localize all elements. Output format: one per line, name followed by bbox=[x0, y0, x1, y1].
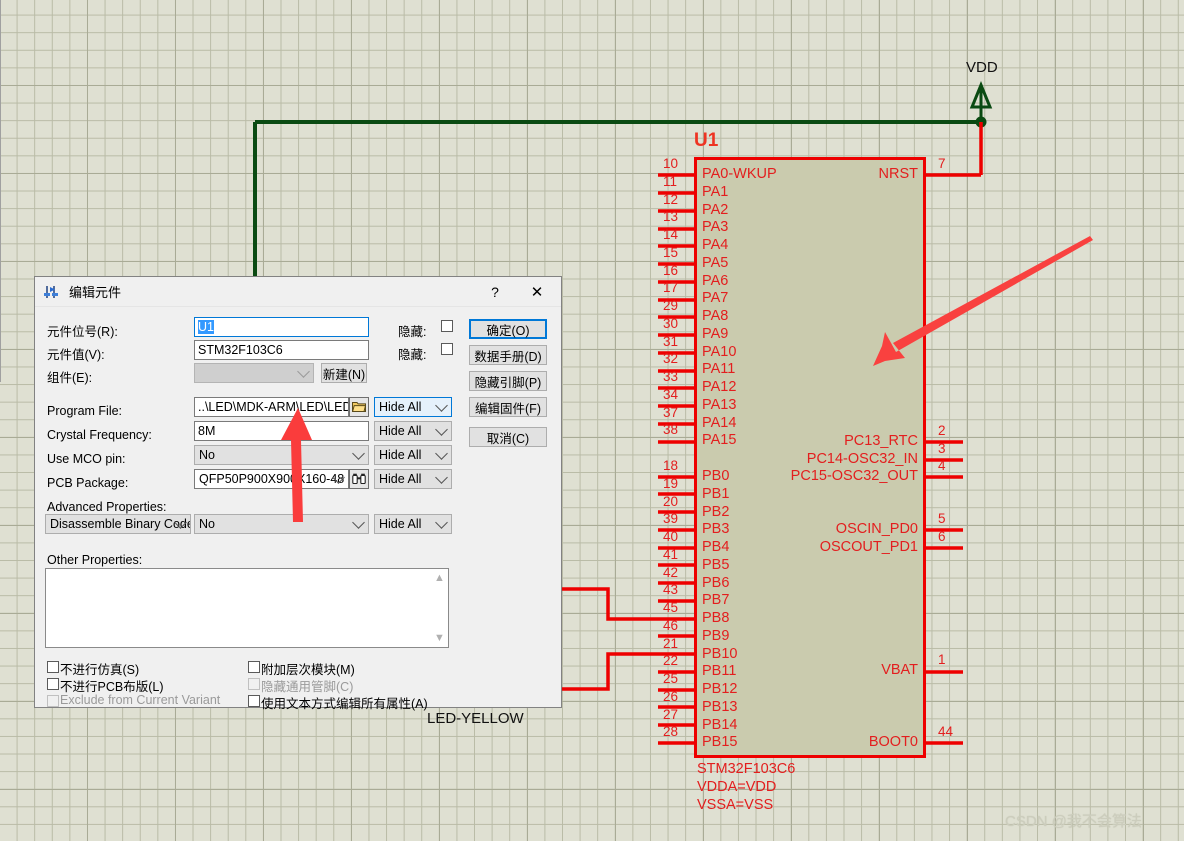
hide-reference-checkbox[interactable] bbox=[441, 320, 453, 332]
edit-firmware-button[interactable]: 编辑固件(F) bbox=[469, 397, 547, 417]
binoculars-icon bbox=[352, 473, 366, 485]
other-properties-scrollbar[interactable]: ▲ ▼ bbox=[432, 570, 447, 646]
chevron-down-icon bbox=[174, 516, 187, 529]
chip-footnote-0: STM32F103C6 bbox=[697, 761, 796, 777]
hide-all-combo-3[interactable]: Hide All bbox=[374, 469, 452, 489]
label-hide-value: 隐藏: bbox=[398, 348, 427, 362]
hide-pins-button[interactable]: 隐藏引脚(P) bbox=[469, 371, 547, 391]
dialog-titlebar[interactable]: 编辑元件 ? ✕ bbox=[35, 277, 561, 307]
help-button[interactable]: ? bbox=[477, 277, 513, 306]
chevron-down-icon bbox=[297, 365, 310, 378]
reference-input-value: U1 bbox=[198, 320, 214, 334]
hide-all-combo-0[interactable]: Hide All bbox=[374, 397, 452, 417]
label-crystal-frequency: Crystal Frequency: bbox=[47, 428, 152, 442]
checkbox-label-5: 使用文本方式编辑所有属性(A) bbox=[261, 697, 428, 711]
label-value: 元件值(V): bbox=[47, 348, 105, 362]
checkbox-2 bbox=[47, 695, 59, 707]
checkbox-label-2: Exclude from Current Variant bbox=[60, 693, 221, 707]
chevron-down-icon bbox=[352, 516, 365, 529]
label-use-mco-pin: Use MCO pin: bbox=[47, 452, 126, 466]
chevron-down-icon bbox=[435, 471, 448, 484]
find-package-button[interactable] bbox=[349, 469, 369, 489]
hide-all-combo-4[interactable]: Hide All bbox=[374, 514, 452, 534]
checkbox-4 bbox=[248, 678, 260, 690]
label-hide-reference: 隐藏: bbox=[398, 325, 427, 339]
label-element: 组件(E): bbox=[47, 371, 93, 385]
hide-value-checkbox[interactable] bbox=[441, 343, 453, 355]
advanced-property-name-combo[interactable]: Disassemble Binary Code bbox=[45, 514, 191, 534]
label-program-file: Program File: bbox=[47, 404, 123, 418]
value-input[interactable]: STM32F103C6 bbox=[194, 340, 369, 360]
hide-all-combo-1[interactable]: Hide All bbox=[374, 421, 452, 441]
ok-button[interactable]: 确定(O) bbox=[469, 319, 547, 339]
cancel-button[interactable]: 取消(C) bbox=[469, 427, 547, 447]
checkbox-1[interactable] bbox=[47, 678, 59, 690]
csdn-watermark: CSDN @我不会算法 bbox=[1005, 813, 1142, 830]
datasheet-button[interactable]: 数据手册(D) bbox=[469, 345, 547, 365]
folder-icon bbox=[352, 402, 366, 412]
chip-footnote-2: VSSA=VSS bbox=[697, 797, 774, 813]
chevron-down-icon bbox=[435, 423, 448, 436]
other-properties-textarea[interactable]: ▲ ▼ bbox=[45, 568, 449, 648]
advanced-property-value-combo[interactable]: No bbox=[194, 514, 369, 534]
use-mco-pin-combo[interactable]: No bbox=[194, 445, 369, 465]
checkbox-0[interactable] bbox=[47, 661, 59, 673]
dialog-vertical-divider bbox=[0, 0, 1, 382]
reference-input[interactable]: U1 bbox=[194, 317, 369, 337]
checkbox-3[interactable] bbox=[248, 661, 260, 673]
chevron-down-icon bbox=[435, 516, 448, 529]
element-combo[interactable] bbox=[194, 363, 314, 383]
chevron-down-icon bbox=[352, 447, 365, 460]
label-pcb-package: PCB Package: bbox=[47, 476, 129, 490]
program-file-input[interactable]: ..\LED\MDK-ARM\LED\LED.h bbox=[194, 397, 349, 417]
checkbox-5[interactable] bbox=[248, 695, 260, 707]
chevron-down-icon bbox=[435, 447, 448, 460]
pcb-package-combo[interactable]: QFP50P900X900X160-48 bbox=[194, 469, 349, 489]
component-icon bbox=[43, 283, 61, 301]
chevron-down-icon bbox=[435, 399, 448, 412]
dialog-title: 编辑元件 bbox=[69, 285, 122, 300]
close-icon[interactable]: ✕ bbox=[519, 277, 555, 306]
chip-footnote-1: VDDA=VDD bbox=[697, 779, 777, 795]
label-reference: 元件位号(R): bbox=[47, 325, 118, 339]
chevron-down-icon bbox=[332, 471, 345, 484]
hide-all-combo-2[interactable]: Hide All bbox=[374, 445, 452, 465]
label-advanced-properties: Advanced Properties: bbox=[47, 500, 167, 514]
browse-folder-button[interactable] bbox=[349, 397, 369, 417]
label-other-properties: Other Properties: bbox=[47, 553, 143, 567]
crystal-frequency-input[interactable]: 8M bbox=[194, 421, 369, 441]
new-element-button[interactable]: 新建(N) bbox=[321, 363, 367, 383]
